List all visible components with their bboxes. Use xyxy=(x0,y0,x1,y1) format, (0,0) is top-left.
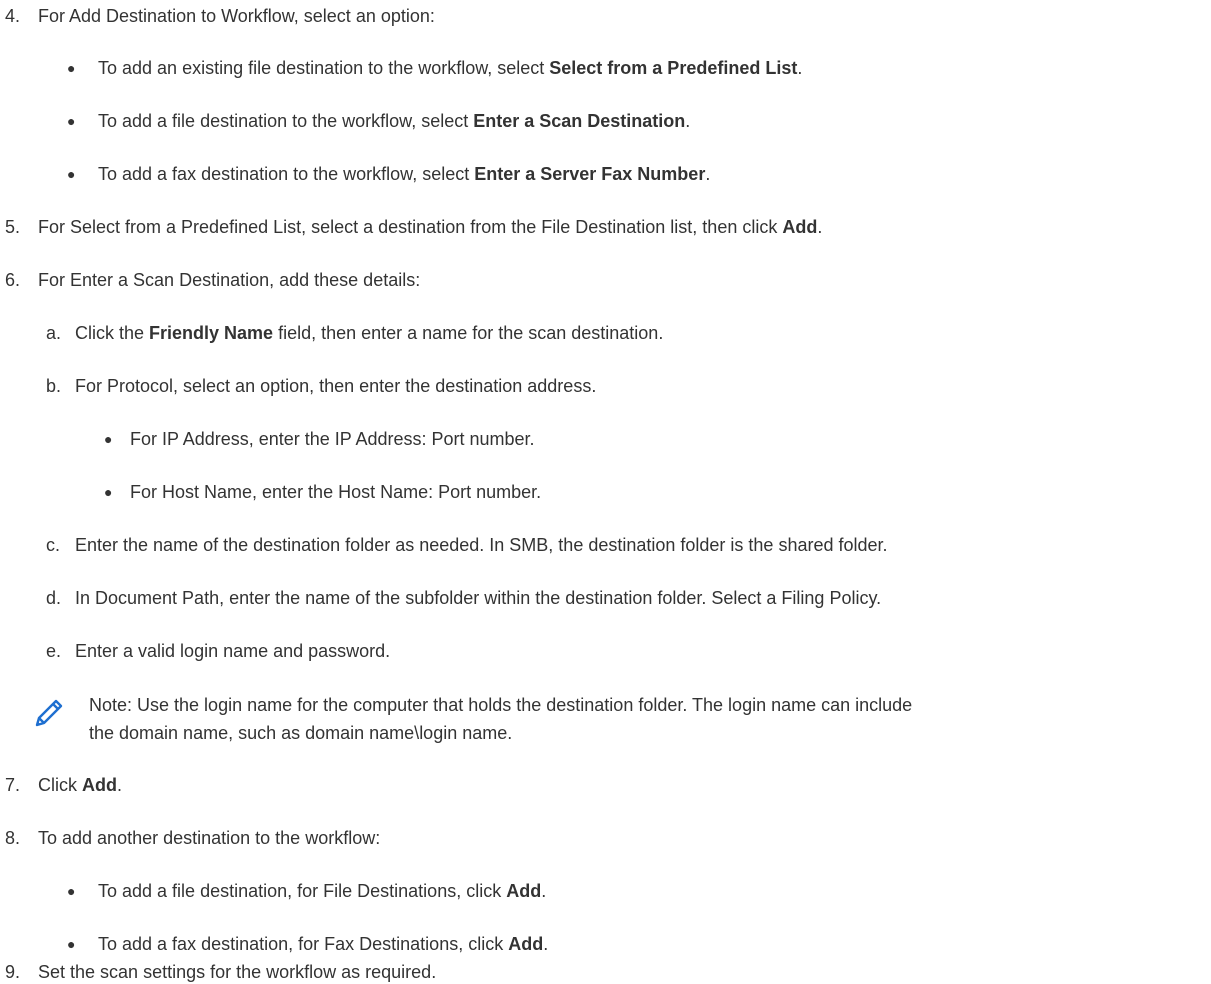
substep-letter: c. xyxy=(46,535,61,555)
list-item: To add a fax destination, for Fax Destin… xyxy=(98,934,549,954)
step-number: 7. xyxy=(5,775,21,795)
step-text: Click Add. xyxy=(38,775,123,795)
bullet-icon: ● xyxy=(67,936,76,952)
step-text: For Add Destination to Workflow, select … xyxy=(38,6,435,26)
list-item: To add an existing file destination to t… xyxy=(98,58,803,78)
substep-text: Click the Friendly Name field, then ente… xyxy=(75,323,664,343)
substep-letter: e. xyxy=(46,641,62,661)
note-text: the domain name, such as domain name\log… xyxy=(89,723,513,743)
list-item: To add a fax destination to the workflow… xyxy=(98,164,711,184)
step-text: For Select from a Predefined List, selec… xyxy=(38,217,823,237)
list-item: To add a file destination to the workflo… xyxy=(98,111,691,131)
bullet-icon: ● xyxy=(67,883,76,899)
step-number: 5. xyxy=(5,217,21,237)
substep-text: Enter the name of the destination folder… xyxy=(75,535,888,555)
bullet-icon: ● xyxy=(104,484,113,500)
step-number: 8. xyxy=(5,828,21,848)
list-item: For Host Name, enter the Host Name: Port… xyxy=(130,482,542,502)
substep-text: Enter a valid login name and password. xyxy=(75,641,391,661)
step-number: 9. xyxy=(5,962,21,982)
step-text: For Enter a Scan Destination, add these … xyxy=(38,270,421,290)
step-number: 4. xyxy=(5,6,21,26)
note-text: Note: Use the login name for the compute… xyxy=(89,695,913,715)
substep-text: In Document Path, enter the name of the … xyxy=(75,588,882,608)
step-text: Set the scan settings for the workflow a… xyxy=(38,962,437,982)
bullet-icon: ● xyxy=(104,431,113,447)
list-item: To add a file destination, for File Dest… xyxy=(98,881,547,901)
substep-letter: b. xyxy=(46,376,62,396)
step-text: To add another destination to the workfl… xyxy=(38,828,381,848)
substep-letter: a. xyxy=(46,323,62,343)
bullet-icon: ● xyxy=(67,166,76,182)
substep-letter: d. xyxy=(46,588,62,608)
step-number: 6. xyxy=(5,270,21,290)
bullet-icon: ● xyxy=(67,60,76,76)
substep-text: For Protocol, select an option, then ent… xyxy=(75,376,597,396)
list-item: For IP Address, enter the IP Address: Po… xyxy=(130,429,535,449)
bullet-icon: ● xyxy=(67,113,76,129)
pencil-note-icon xyxy=(35,699,63,727)
